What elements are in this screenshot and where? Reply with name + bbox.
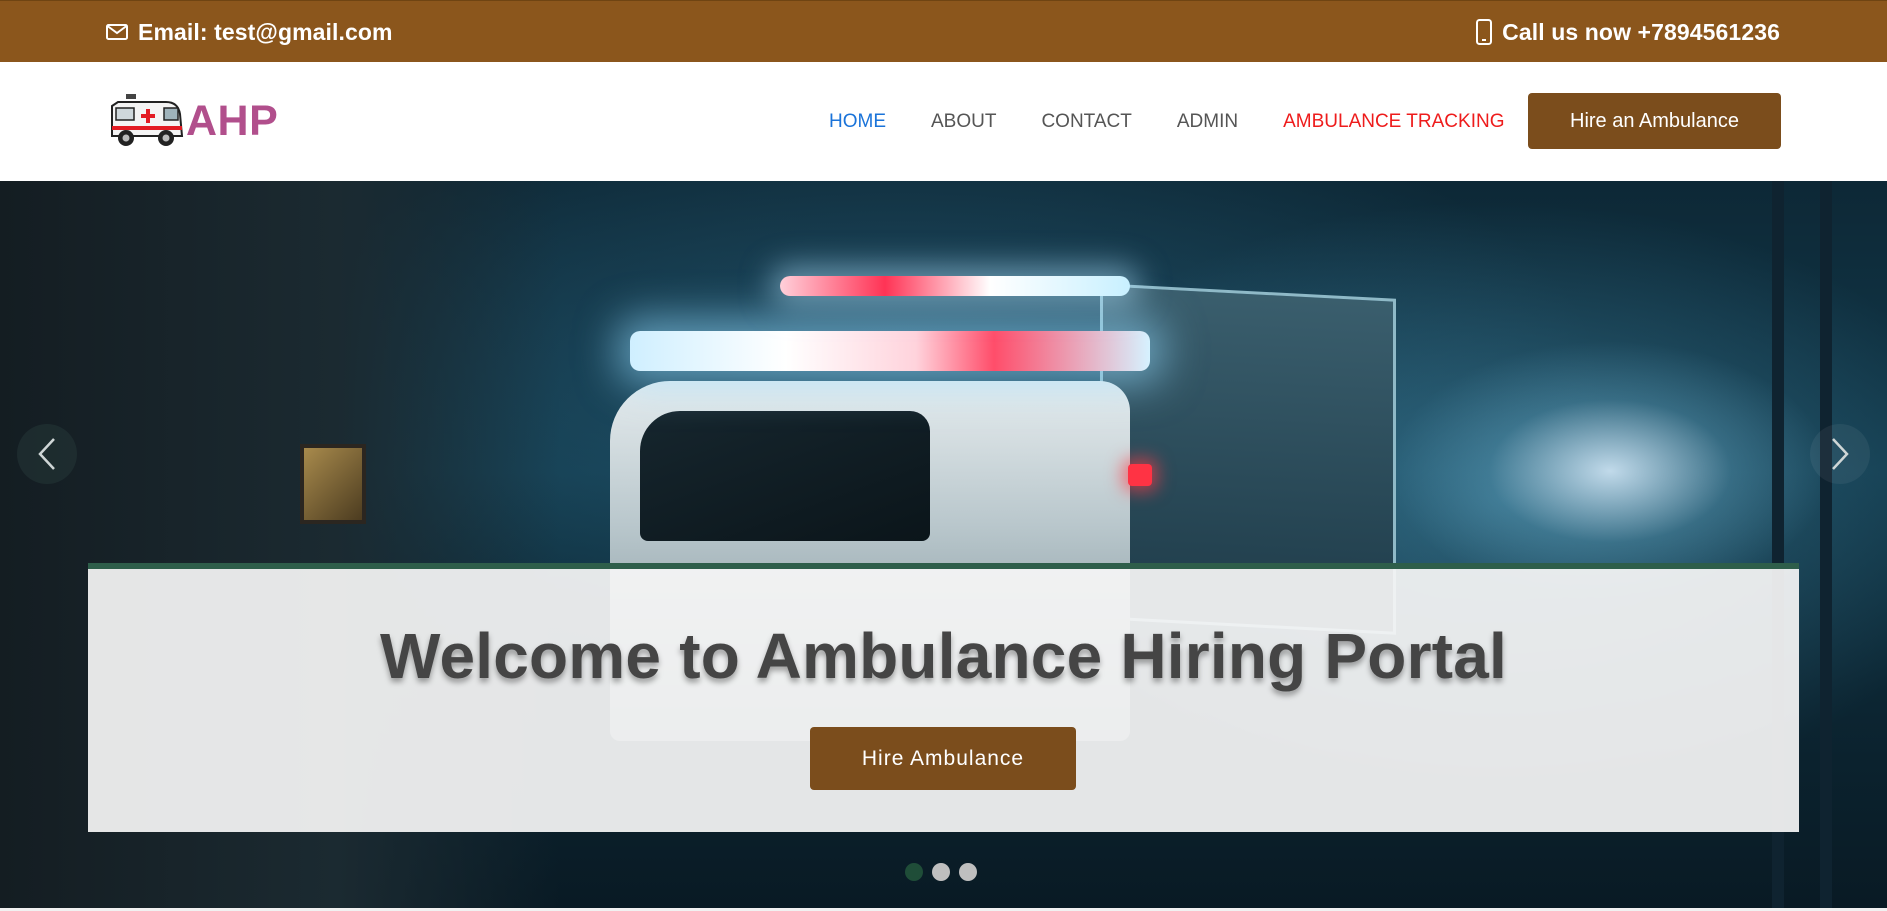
chevron-right-icon: [1832, 438, 1849, 470]
carousel-indicator-2[interactable]: [932, 863, 950, 881]
site-header: AHP HOME ABOUT CONTACT ADMIN AMBULANCE T…: [0, 62, 1887, 181]
carousel-prev-button[interactable]: [17, 424, 77, 484]
phone-contact: Call us now +7894561236: [1476, 1, 1780, 63]
phone-text: Call us now +7894561236: [1502, 18, 1780, 45]
chevron-left-icon: [38, 438, 55, 470]
site-logo[interactable]: AHP: [108, 92, 278, 150]
hero-caption: Welcome to Ambulance Hiring Portal Hire …: [88, 563, 1799, 832]
hire-ambulance-button[interactable]: Hire Ambulance: [810, 727, 1076, 790]
email-contact: Email: test@gmail.com: [106, 1, 393, 63]
nav-admin[interactable]: ADMIN: [1177, 108, 1238, 136]
hero-title: Welcome to Ambulance Hiring Portal: [380, 620, 1507, 692]
nav-contact[interactable]: CONTACT: [1041, 108, 1131, 136]
carousel-indicators: [905, 863, 977, 881]
nav-about[interactable]: ABOUT: [931, 108, 996, 136]
envelope-icon: [106, 24, 128, 40]
carousel-indicator-1[interactable]: [905, 863, 923, 881]
mobile-phone-icon: [1476, 19, 1493, 45]
hero-carousel: Welcome to Ambulance Hiring Portal Hire …: [0, 181, 1887, 908]
nav-ambulance-tracking[interactable]: AMBULANCE TRACKING: [1283, 108, 1504, 136]
ambulance-icon: [111, 94, 184, 146]
carousel-indicator-3[interactable]: [959, 863, 977, 881]
main-nav: HOME ABOUT CONTACT ADMIN AMBULANCE TRACK…: [829, 108, 1504, 136]
hire-an-ambulance-button[interactable]: Hire an Ambulance: [1528, 93, 1781, 149]
top-contact-bar: Email: test@gmail.com Call us now +78945…: [0, 0, 1887, 62]
email-text: Email: test@gmail.com: [138, 18, 393, 45]
carousel-next-button[interactable]: [1810, 424, 1870, 484]
nav-home[interactable]: HOME: [829, 108, 886, 136]
logo-text: AHP: [186, 96, 279, 145]
